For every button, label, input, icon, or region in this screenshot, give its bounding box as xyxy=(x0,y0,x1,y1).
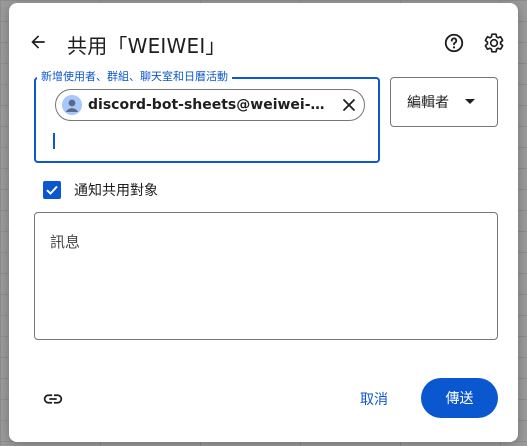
notify-checkbox[interactable] xyxy=(43,181,61,199)
dialog-title: 共用「WEIWEI」 xyxy=(67,34,226,58)
person-avatar-icon xyxy=(62,95,82,115)
help-button[interactable] xyxy=(443,32,465,54)
back-button[interactable] xyxy=(25,29,51,55)
link-icon xyxy=(43,394,63,404)
role-selected-label: 編輯者 xyxy=(407,95,449,111)
checkmark-icon xyxy=(46,185,58,195)
cancel-button[interactable]: 取消 xyxy=(347,380,401,418)
recipient-chip[interactable]: discord-bot-sheets@weiwei-491108... xyxy=(55,89,365,121)
settings-button[interactable] xyxy=(483,32,505,54)
remove-recipient-button[interactable] xyxy=(340,96,358,114)
notify-label: 通知共用對象 xyxy=(74,183,158,199)
share-dialog: 共用「WEIWEI」 新增使用者、群組、聊天室和日曆活動 discord-bot… xyxy=(9,3,518,442)
add-people-input[interactable] xyxy=(55,129,365,153)
recipient-email: discord-bot-sheets@weiwei-491108... xyxy=(88,97,334,113)
copy-link-button[interactable] xyxy=(41,387,65,411)
notify-row: 通知共用對象 xyxy=(43,180,158,200)
message-textarea[interactable] xyxy=(34,212,498,340)
send-button[interactable]: 傳送 xyxy=(421,378,498,418)
triangle-down-icon xyxy=(465,99,475,104)
add-people-label: 新增使用者、群組、聊天室和日曆活動 xyxy=(37,68,232,84)
arrow-left-icon xyxy=(31,35,45,49)
role-select[interactable]: 編輯者 xyxy=(390,77,498,127)
close-icon xyxy=(343,99,355,111)
gear-icon xyxy=(484,33,504,53)
help-circle-icon xyxy=(444,33,464,53)
